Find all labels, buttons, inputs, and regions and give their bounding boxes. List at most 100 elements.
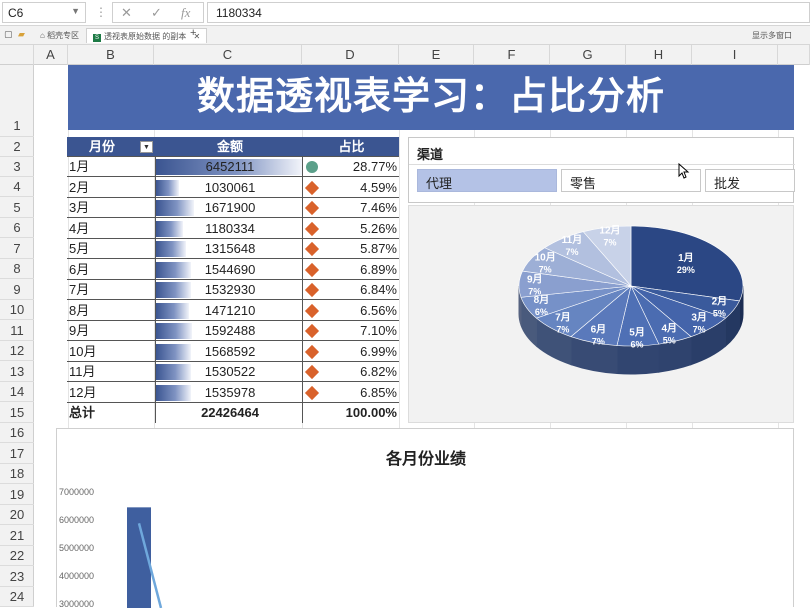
row-header[interactable]: 24 xyxy=(0,587,34,607)
name-box[interactable]: C6 ▼ xyxy=(2,2,86,23)
table-row[interactable]: 2月 1030061 4.59% xyxy=(67,178,399,198)
name-box-value: C6 xyxy=(8,6,24,20)
row-header[interactable]: 14 xyxy=(0,382,34,402)
pie-value-label: 5% xyxy=(713,308,726,318)
cell-amount: 1568592 xyxy=(204,344,256,359)
cell-month: 4月 xyxy=(69,221,90,236)
table-row[interactable]: 7月 1532930 6.84% xyxy=(67,280,399,300)
pie-category-label: 5月 xyxy=(629,326,645,338)
pie-chart[interactable]: 1月 29% 2月 5% 3月 7% 4月 5% 5月 6% 6月 7% 7月 7% 8月 6% 9月 7% 10月… xyxy=(408,205,794,423)
total-amount: 22426464 xyxy=(201,405,259,420)
column-header[interactable]: I xyxy=(692,45,778,65)
row-header[interactable]: 22 xyxy=(0,546,34,566)
chevron-down-icon[interactable]: ▼ xyxy=(71,6,80,16)
row-header[interactable]: 2 xyxy=(0,137,34,157)
channel-slicer: 渠道 代理 零售 批发 xyxy=(408,137,795,203)
y-tick-label: 4000000 xyxy=(59,571,94,581)
pie-category-label: 7月 xyxy=(555,311,571,323)
row-header[interactable]: 20 xyxy=(0,505,34,525)
formula-actions: ✕ ✓ fx xyxy=(112,2,204,23)
row-header[interactable]: 12 xyxy=(0,341,34,361)
row-header[interactable]: 10 xyxy=(0,300,34,320)
row-header[interactable]: 17 xyxy=(0,443,34,464)
column-header[interactable]: G xyxy=(550,45,626,65)
table-row[interactable]: 9月 1592488 7.10% xyxy=(67,321,399,341)
row-header[interactable]: 6 xyxy=(0,218,34,238)
formula-input[interactable]: 1180334 xyxy=(207,2,810,23)
column-header[interactable] xyxy=(778,45,810,65)
table-row[interactable]: 5月 1315648 5.87% xyxy=(67,239,399,259)
pie-value-label: 5% xyxy=(663,335,676,345)
total-share: 100.00% xyxy=(345,405,397,420)
row-header[interactable]: 3 xyxy=(0,157,34,177)
pie-category-label: 1月 xyxy=(678,252,694,264)
table-row[interactable]: 4月 1180334 5.26% xyxy=(67,219,399,239)
cell-month: 3月 xyxy=(69,200,90,215)
tab-home-label: 稻壳专区 xyxy=(47,31,80,40)
tab-home[interactable]: ⌂ 稻壳专区 xyxy=(34,28,85,43)
table-total-row[interactable]: 总计 22426464 100.00% xyxy=(67,403,399,423)
cell-share: 5.26% xyxy=(360,221,397,236)
slicer-option-agent[interactable]: 代理 xyxy=(417,169,557,192)
pie-category-label: 12月 xyxy=(599,225,620,237)
filter-dropdown-icon[interactable]: ▼ xyxy=(140,141,153,153)
cell-month: 7月 xyxy=(69,282,90,297)
select-all-corner[interactable] xyxy=(0,45,34,65)
table-header-row: 月份 ▼ 金额 占比 xyxy=(67,137,399,157)
add-tab-icon[interactable]: + xyxy=(190,27,196,39)
pie-category-label: 3月 xyxy=(691,311,707,323)
column-header[interactable]: H xyxy=(626,45,692,65)
total-label: 总计 xyxy=(69,405,96,420)
row-header[interactable]: 15 xyxy=(0,402,34,423)
pie-value-label: 7% xyxy=(565,247,578,257)
column-header[interactable]: B xyxy=(68,45,154,65)
confirm-icon[interactable]: ✓ xyxy=(151,5,162,21)
bar-chart[interactable]: 各月份业绩 7000000 6000000 5000000 4000000 300000… xyxy=(56,428,794,608)
column-header[interactable]: F xyxy=(474,45,550,65)
row-header[interactable]: 9 xyxy=(0,279,34,300)
cell-share: 28.77% xyxy=(352,159,397,174)
cell-amount: 1471210 xyxy=(204,303,256,318)
multi-window-button[interactable]: 显示多窗口 xyxy=(752,30,792,41)
header-month: 月份 xyxy=(88,139,115,154)
table-row[interactable]: 10月 1568592 6.99% xyxy=(67,342,399,362)
pie-category-label: 6月 xyxy=(591,324,607,336)
table-row[interactable]: 6月 1544690 6.89% xyxy=(67,260,399,280)
cell-month: 10月 xyxy=(69,344,97,359)
column-header[interactable]: E xyxy=(399,45,474,65)
new-file-icon[interactable]: ▢ xyxy=(4,29,13,40)
tab-file[interactable]: S 透视表原始数据 的副本 ✕ xyxy=(86,28,208,43)
column-header[interactable]: A xyxy=(34,45,68,65)
row-header[interactable]: 21 xyxy=(0,525,34,546)
cell-month: 9月 xyxy=(69,323,90,338)
fx-icon[interactable]: fx xyxy=(181,5,190,21)
slicer-option-wholesale[interactable]: 批发 xyxy=(705,169,795,192)
row-header[interactable]: 5 xyxy=(0,197,34,218)
cell-amount: 1180334 xyxy=(205,221,255,236)
row-header[interactable]: 18 xyxy=(0,464,34,484)
cancel-icon[interactable]: ✕ xyxy=(121,5,132,21)
row-header[interactable]: 1 xyxy=(0,65,34,137)
folder-icon[interactable]: ▰ xyxy=(18,29,25,40)
row-header[interactable]: 8 xyxy=(0,259,34,279)
row-header[interactable]: 11 xyxy=(0,320,34,341)
column-headers: A B C D E F G H I xyxy=(0,45,810,65)
row-header[interactable]: 23 xyxy=(0,566,34,587)
table-row[interactable]: 3月 1671900 7.46% xyxy=(67,198,399,218)
column-header[interactable]: D xyxy=(302,45,399,65)
row-header[interactable]: 7 xyxy=(0,238,34,259)
pie-value-label: 7% xyxy=(556,324,569,334)
header-share: 占比 xyxy=(338,139,365,154)
pie-value-label: 7% xyxy=(693,324,706,334)
row-header[interactable]: 4 xyxy=(0,177,34,197)
column-header[interactable]: C xyxy=(154,45,302,65)
row-header[interactable]: 16 xyxy=(0,423,34,443)
row-header[interactable]: 19 xyxy=(0,484,34,505)
table-row[interactable]: 1月 6452111 28.77% xyxy=(67,157,399,177)
bar-chart-svg: 70000006000000500000040000003000000 xyxy=(59,487,163,608)
cell-share: 6.89% xyxy=(360,262,397,277)
table-row[interactable]: 12月 1535978 6.85% xyxy=(67,383,399,403)
row-header[interactable]: 13 xyxy=(0,361,34,382)
table-row[interactable]: 8月 1471210 6.56% xyxy=(67,301,399,321)
table-row[interactable]: 11月 1530522 6.82% xyxy=(67,362,399,382)
